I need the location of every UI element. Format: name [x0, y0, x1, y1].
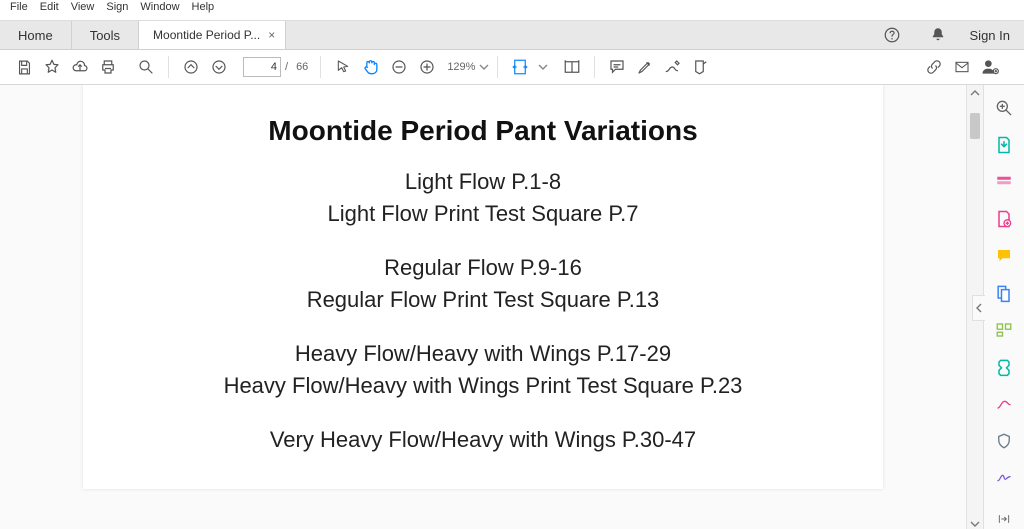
zoom-out-icon[interactable]: [385, 53, 413, 81]
panel-collapse-icon[interactable]: [972, 295, 985, 321]
tab-document-label: Moontide Period P...: [153, 28, 260, 42]
doc-line: Heavy Flow/Heavy with Wings P.17-29: [103, 341, 863, 367]
doc-line: Heavy Flow/Heavy with Wings Print Test S…: [103, 373, 863, 399]
page-content: Moontide Period Pant Variations Light Fl…: [83, 85, 883, 489]
help-icon[interactable]: [878, 21, 906, 49]
scroll-down-icon[interactable]: [967, 516, 983, 529]
organize-pages-icon[interactable]: [990, 317, 1018, 342]
tab-bar: Home Tools Moontide Period P... × Sign I…: [0, 20, 1024, 50]
menu-edit[interactable]: Edit: [34, 1, 65, 19]
fill-sign-icon[interactable]: [990, 466, 1018, 491]
zoom-level[interactable]: 129%: [447, 61, 475, 73]
zoom-in-icon[interactable]: [413, 53, 441, 81]
print-icon[interactable]: [94, 53, 122, 81]
comment-icon[interactable]: [603, 53, 631, 81]
highlight-icon[interactable]: [631, 53, 659, 81]
select-arrow-icon[interactable]: [329, 53, 357, 81]
menu-window[interactable]: Window: [134, 1, 185, 19]
edit-pdf-icon[interactable]: [990, 169, 1018, 194]
doc-line: Regular Flow P.9-16: [103, 255, 863, 281]
page-up-icon[interactable]: [177, 53, 205, 81]
email-icon[interactable]: [948, 53, 976, 81]
combine-files-icon[interactable]: [990, 280, 1018, 305]
tools-panel: [983, 85, 1024, 529]
page-sep: /: [285, 61, 288, 73]
doc-line: Light Flow P.1-8: [103, 169, 863, 195]
search-tool-icon[interactable]: [990, 95, 1018, 120]
erase-signature-icon[interactable]: [687, 53, 715, 81]
more-tools-icon[interactable]: [990, 507, 1018, 529]
doc-line: Light Flow Print Test Square P.7: [103, 201, 863, 227]
read-mode-icon[interactable]: [558, 53, 586, 81]
menu-view[interactable]: View: [65, 1, 101, 19]
bell-icon[interactable]: [924, 21, 952, 49]
share-link-icon[interactable]: [920, 53, 948, 81]
scrollbar-thumb[interactable]: [970, 113, 980, 139]
protect-icon[interactable]: [990, 429, 1018, 454]
create-pdf-icon[interactable]: [990, 206, 1018, 231]
find-icon[interactable]: [132, 53, 160, 81]
menu-sign[interactable]: Sign: [100, 1, 134, 19]
zoom-dropdown-icon[interactable]: [479, 62, 489, 72]
scroll-up-icon[interactable]: [967, 85, 983, 101]
app-menu[interactable]: File Edit View Sign Window Help: [0, 0, 1024, 20]
document-viewport[interactable]: Moontide Period Pant Variations Light Fl…: [0, 85, 966, 529]
fit-width-icon[interactable]: [506, 53, 534, 81]
sign-in-button[interactable]: Sign In: [970, 28, 1010, 43]
star-icon[interactable]: [38, 53, 66, 81]
comment-tool-icon[interactable]: [990, 243, 1018, 268]
page-number-input[interactable]: [243, 57, 281, 77]
menu-file[interactable]: File: [4, 1, 34, 19]
tab-tools[interactable]: Tools: [72, 21, 139, 49]
draw-icon[interactable]: [659, 53, 687, 81]
export-pdf-icon[interactable]: [990, 132, 1018, 157]
fit-dropdown-icon[interactable]: [538, 62, 548, 72]
doc-title: Moontide Period Pant Variations: [103, 115, 863, 147]
redact-icon[interactable]: [990, 392, 1018, 417]
page-down-icon[interactable]: [205, 53, 233, 81]
cloud-upload-icon[interactable]: [66, 53, 94, 81]
tab-home[interactable]: Home: [0, 21, 72, 49]
doc-line: Very Heavy Flow/Heavy with Wings P.30-47: [103, 427, 863, 453]
share-people-icon[interactable]: [976, 53, 1004, 81]
toolbar: / 66 129%: [0, 50, 1024, 85]
compress-pdf-icon[interactable]: [990, 355, 1018, 380]
tab-document[interactable]: Moontide Period P... ×: [139, 21, 286, 49]
hand-tool-icon[interactable]: [357, 53, 385, 81]
menu-help[interactable]: Help: [186, 1, 221, 19]
save-icon[interactable]: [10, 53, 38, 81]
doc-line: Regular Flow Print Test Square P.13: [103, 287, 863, 313]
page-total: 66: [296, 61, 308, 73]
close-tab-icon[interactable]: ×: [268, 28, 275, 42]
